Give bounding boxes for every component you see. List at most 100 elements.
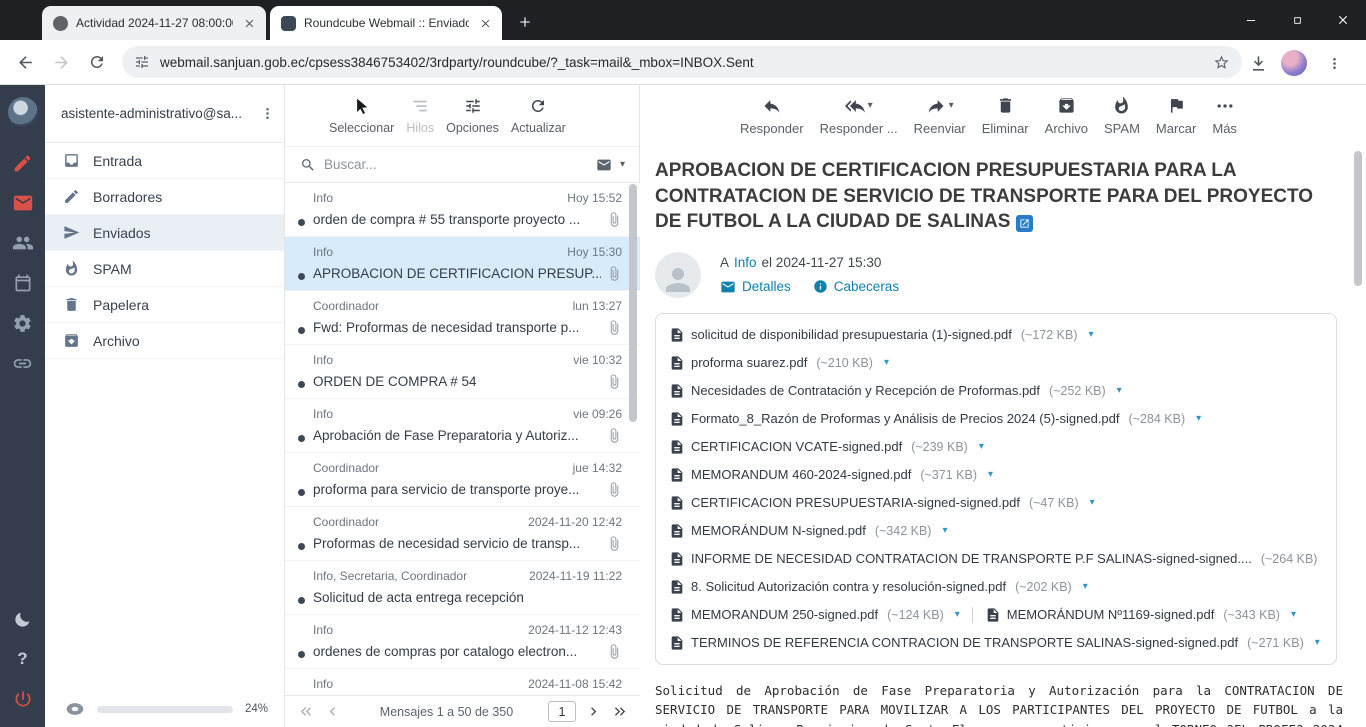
message-scrollbar[interactable]: [1354, 151, 1363, 721]
sidebar-item-entrada[interactable]: Entrada: [45, 143, 284, 179]
sidebar-item-borradores[interactable]: Borradores: [45, 179, 284, 215]
profile-avatar[interactable]: [1280, 49, 1308, 77]
help-button[interactable]: ?: [0, 639, 45, 679]
attachment-menu-caret[interactable]: ▾: [1291, 609, 1296, 620]
attachment-menu-caret[interactable]: ▾: [1196, 413, 1201, 424]
tab-close-icon[interactable]: [241, 15, 258, 32]
search-input[interactable]: [324, 157, 588, 172]
window-maximize-button[interactable]: [1274, 0, 1320, 40]
attachment-item[interactable]: solicitud de disponibilidad presupuestar…: [669, 327, 1094, 343]
spam-button[interactable]: SPAM: [1104, 96, 1140, 136]
browser-menu-icon[interactable]: [1320, 49, 1348, 77]
url-text[interactable]: webmail.sanjuan.gob.ec/cpsess3846753402/…: [160, 55, 1203, 70]
forward-button[interactable]: [44, 45, 78, 79]
window-minimize-button[interactable]: [1228, 0, 1274, 40]
site-info-icon[interactable]: [134, 54, 150, 70]
last-page-button[interactable]: [606, 699, 632, 725]
open-in-new-window-icon[interactable]: [1016, 215, 1033, 232]
address-bar[interactable]: webmail.sanjuan.gob.ec/cpsess3846753402/…: [122, 46, 1242, 78]
reply-all-button[interactable]: ▾ Responder ...: [820, 96, 898, 136]
attachment-item[interactable]: CERTIFICACION VCATE-signed.pdf(~239 KB)▾: [669, 439, 984, 455]
attachment-item[interactable]: proforma suarez.pdf(~210 KB)▾: [669, 355, 889, 371]
threads-button[interactable]: Hilos: [406, 96, 434, 135]
reply-all-caret[interactable]: ▾: [868, 101, 873, 111]
attachment-item[interactable]: MEMORÁNDUM Nº1169-signed.pdf(~343 KB)▾: [985, 607, 1296, 623]
attachment-menu-caret[interactable]: ▾: [1315, 637, 1320, 648]
links-task-button[interactable]: [0, 343, 45, 383]
more-button[interactable]: Más: [1212, 96, 1237, 136]
first-page-button[interactable]: [293, 699, 319, 725]
search-options-caret[interactable]: ▾: [620, 160, 625, 170]
details-toggle[interactable]: Detalles: [720, 279, 791, 295]
downloads-icon[interactable]: [1244, 49, 1272, 77]
attachment-menu-caret[interactable]: ▾: [942, 525, 947, 536]
forward-caret[interactable]: ▾: [949, 101, 954, 111]
message-row[interactable]: Info2024-11-08 15:42: [285, 669, 640, 695]
dark-mode-button[interactable]: [0, 599, 45, 639]
back-button[interactable]: [8, 45, 42, 79]
new-tab-button[interactable]: [512, 9, 538, 35]
message-row[interactable]: Coordinadorlun 13:27 Fwd: Proformas de n…: [285, 291, 640, 345]
search-scope-mail-icon[interactable]: [596, 157, 612, 173]
attachment-item[interactable]: MEMORANDUM 460-2024-signed.pdf(~371 KB)▾: [669, 467, 993, 483]
next-page-button[interactable]: [580, 699, 606, 725]
list-scrollbar-thumb[interactable]: [629, 184, 637, 422]
delete-button[interactable]: Eliminar: [982, 96, 1029, 136]
options-button[interactable]: Opciones: [446, 96, 499, 135]
message-row[interactable]: Infovie 10:32 ORDEN DE COMPRA # 54: [285, 345, 640, 399]
list-scrollbar[interactable]: [629, 183, 638, 695]
message-row[interactable]: Coordinadorjue 14:32 proforma para servi…: [285, 453, 640, 507]
recipient-link[interactable]: Info: [734, 255, 757, 270]
refresh-button[interactable]: Actualizar: [511, 96, 566, 135]
compose-button[interactable]: [0, 143, 45, 183]
sidebar-item-archivo[interactable]: Archivo: [45, 323, 284, 359]
tab-strip: Actividad 2024-11-27 08:00:00 Roundcube …: [0, 0, 1366, 40]
page-number-input[interactable]: 1: [548, 701, 576, 722]
attachment-menu-caret[interactable]: ▾: [1089, 329, 1094, 340]
message-scrollbar-thumb[interactable]: [1354, 151, 1362, 286]
attachment-item[interactable]: Necesidades de Contratación y Recepción …: [669, 383, 1122, 399]
archive-button[interactable]: Archivo: [1045, 96, 1088, 136]
select-button[interactable]: Seleccionar: [329, 96, 394, 135]
message-row-selected[interactable]: InfoHoy 15:30 APROBACION DE CERTIFICACIO…: [285, 237, 640, 291]
message-row[interactable]: Coordinador2024-11-20 12:42 Proformas de…: [285, 507, 640, 561]
browser-tab-roundcube[interactable]: Roundcube Webmail :: Enviado: [270, 6, 502, 40]
attachment-item[interactable]: INFORME DE NECESIDAD CONTRATACION DE TRA…: [669, 551, 1323, 567]
browser-tab-actividad[interactable]: Actividad 2024-11-27 08:00:00: [42, 6, 266, 40]
forward-button[interactable]: ▾ Reenviar: [914, 96, 966, 136]
mail-task-button[interactable]: [0, 183, 45, 223]
bookmark-star-icon[interactable]: [1213, 54, 1230, 71]
message-row[interactable]: InfoHoy 15:52 orden de compra # 55 trans…: [285, 183, 640, 237]
window-close-button[interactable]: [1320, 0, 1366, 40]
settings-task-button[interactable]: [0, 303, 45, 343]
reload-button[interactable]: [80, 45, 114, 79]
attachment-item[interactable]: CERTIFICACION PRESUPUESTARIA-signed-sign…: [669, 495, 1095, 511]
attachment-item[interactable]: Formato_8_Razón de Proformas y Análisis …: [669, 411, 1201, 427]
sidebar-item-papelera[interactable]: Papelera: [45, 287, 284, 323]
attachment-item[interactable]: 8. Solicitud Autorización contra y resol…: [669, 579, 1088, 595]
attachment-menu-caret[interactable]: ▾: [988, 469, 993, 480]
tab-close-icon[interactable]: [477, 15, 494, 32]
attachment-item[interactable]: MEMORANDUM 250-signed.pdf(~124 KB)▾: [669, 607, 960, 623]
message-row[interactable]: Info, Secretaria, Coordinador2024-11-19 …: [285, 561, 640, 615]
headers-toggle[interactable]: Cabeceras: [813, 279, 899, 294]
message-row[interactable]: Infovie 09:26 Aprobación de Fase Prepara…: [285, 399, 640, 453]
reply-button[interactable]: Responder: [740, 96, 804, 136]
attachment-menu-caret[interactable]: ▾: [1117, 385, 1122, 396]
logout-button[interactable]: [0, 679, 45, 719]
attachment-menu-caret[interactable]: ▾: [955, 609, 960, 620]
attachment-menu-caret[interactable]: ▾: [884, 357, 889, 368]
message-row[interactable]: Info2024-11-12 12:43 ordenes de compras …: [285, 615, 640, 669]
sidebar-item-spam[interactable]: SPAM: [45, 251, 284, 287]
prev-page-button[interactable]: [319, 699, 345, 725]
attachment-menu-caret[interactable]: ▾: [1090, 497, 1095, 508]
folder-options-icon[interactable]: [259, 105, 276, 122]
attachment-menu-caret[interactable]: ▾: [979, 441, 984, 452]
attachment-item[interactable]: MEMORÁNDUM N-signed.pdf(~342 KB)▾: [669, 523, 948, 539]
mark-button[interactable]: Marcar: [1156, 96, 1196, 136]
attachment-menu-caret[interactable]: ▾: [1083, 581, 1088, 592]
calendar-task-button[interactable]: [0, 263, 45, 303]
attachment-item[interactable]: TERMINOS DE REFERENCIA CONTRACION DE TRA…: [669, 635, 1320, 651]
sidebar-item-enviados[interactable]: Enviados: [45, 215, 284, 251]
contacts-task-button[interactable]: [0, 223, 45, 263]
